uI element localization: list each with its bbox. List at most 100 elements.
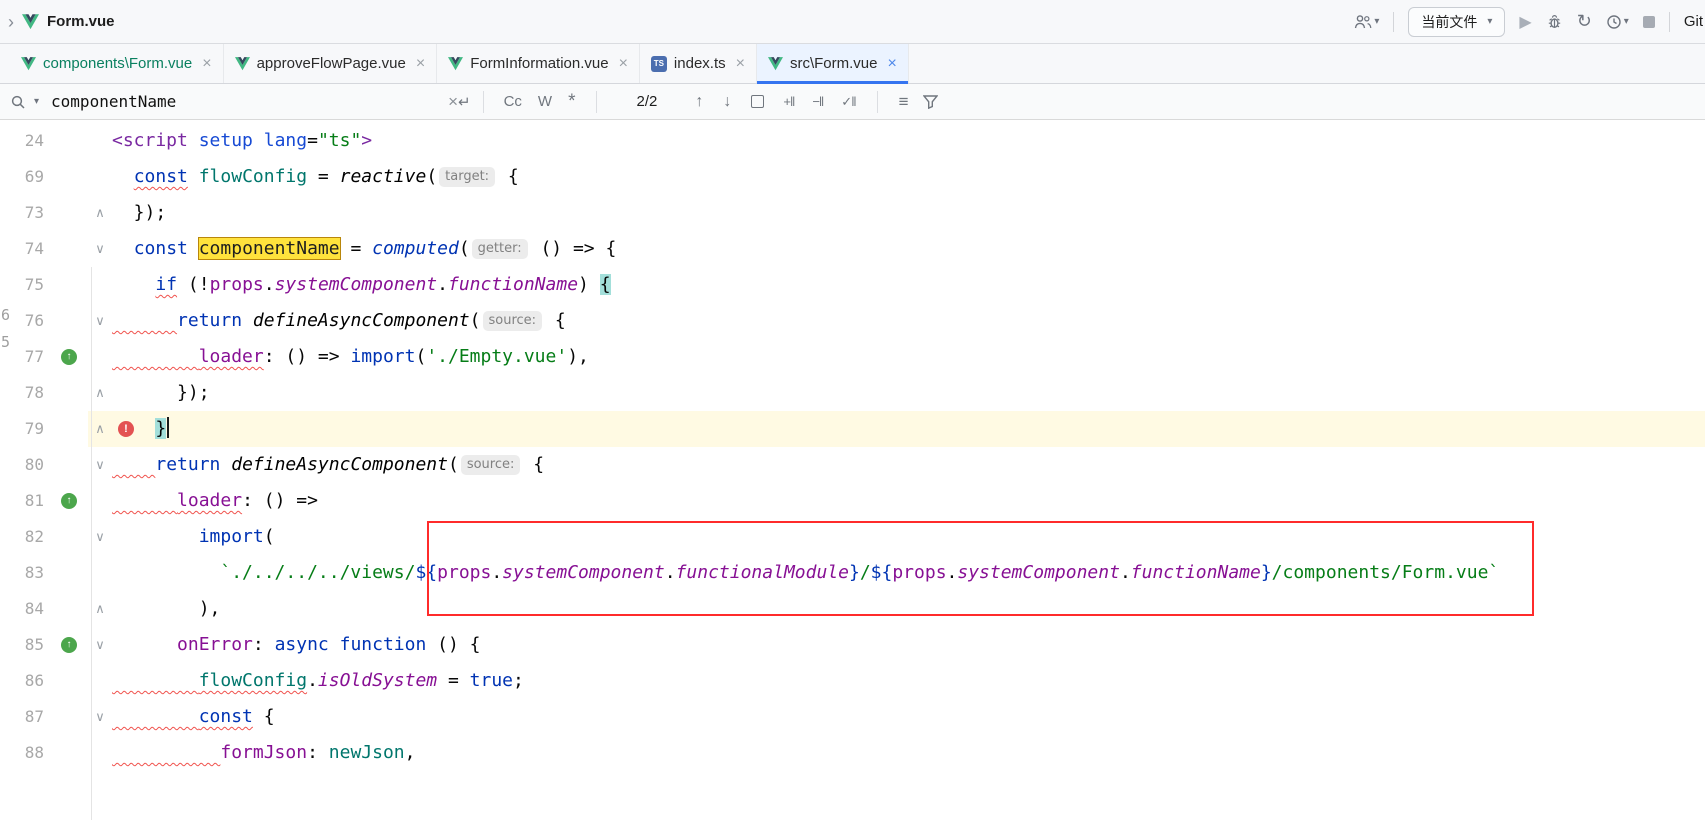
code-text[interactable]: });	[112, 195, 1705, 231]
code-line[interactable]: 79∧ }!	[0, 411, 1705, 447]
close-icon[interactable]: ×	[202, 55, 211, 73]
code-line[interactable]: 74 ∨ const componentName = computed(gette…	[0, 231, 1705, 267]
code-text[interactable]: flowConfig.isOldSystem = true;	[112, 663, 1705, 699]
implements-member-icon[interactable]: ↑	[61, 349, 77, 365]
code-line[interactable]: 86 flowConfig.isOldSystem = true;	[0, 663, 1705, 699]
line-number[interactable]: 79	[0, 411, 50, 447]
code-area[interactable]: 24<script setup lang="ts">69 const flowC…	[0, 123, 1705, 771]
clear-search-icon[interactable]: ×	[448, 92, 458, 112]
match-case-toggle[interactable]: Cc	[504, 93, 522, 110]
search-history-caret-icon[interactable]: ▾	[34, 96, 39, 107]
implements-member-icon[interactable]: ↑	[61, 493, 77, 509]
filter-button[interactable]	[923, 95, 938, 109]
code-line[interactable]: 78∧ });	[0, 375, 1705, 411]
divider	[483, 91, 484, 113]
code-line[interactable]: 88 formJson: newJson,	[0, 735, 1705, 771]
code-line[interactable]: 83 `./../../../views/${props.systemCompo…	[0, 555, 1705, 591]
select-all-occurrences-icon[interactable]: ✓‖	[841, 94, 855, 110]
line-number[interactable]: 84	[0, 591, 50, 627]
code-line[interactable]: 69 const flowConfig = reactive(target: {	[0, 159, 1705, 195]
regex-toggle[interactable]: *	[568, 91, 575, 113]
breadcrumb-chevron-icon[interactable]: ›	[8, 13, 14, 31]
line-number[interactable]: 83	[0, 555, 50, 591]
line-number[interactable]: 74	[0, 231, 50, 267]
close-icon[interactable]: ×	[416, 55, 425, 73]
line-number[interactable]: 73	[0, 195, 50, 231]
line-number[interactable]: 80	[0, 447, 50, 483]
code-text[interactable]: import(	[112, 519, 1705, 555]
next-match-button[interactable]: ↓	[723, 93, 731, 111]
chevron-down-icon: ▾	[1374, 16, 1379, 27]
code-line[interactable]: 76∨ return defineAsyncComponent(source: …	[0, 303, 1705, 339]
open-results-in-window-icon[interactable]	[751, 95, 764, 108]
profiler-button[interactable]: ↻	[1577, 11, 1592, 32]
fold-marker-icon[interactable]: ∨	[88, 231, 112, 267]
close-icon[interactable]: ×	[736, 55, 745, 73]
run-button[interactable]: ▶	[1519, 12, 1531, 32]
line-number[interactable]: 88	[0, 735, 50, 771]
toolbar-divider	[1393, 12, 1394, 32]
tab-index-ts[interactable]: TS index.ts ×	[640, 44, 757, 83]
line-number[interactable]: 24	[0, 123, 50, 159]
line-number[interactable]: 75	[0, 267, 50, 303]
code-with-me-button[interactable]: ▾	[1354, 14, 1379, 30]
code-text[interactable]: const flowConfig = reactive(target: {	[112, 159, 1705, 195]
code-line[interactable]: 75 if (!props.systemComponent.functionNa…	[0, 267, 1705, 303]
code-line[interactable]: 85↑∨ onError: async function () {	[0, 627, 1705, 663]
code-text[interactable]: });	[112, 375, 1705, 411]
code-text[interactable]: const componentName = computed(getter: (…	[112, 231, 1705, 267]
implements-member-icon[interactable]: ↑	[61, 637, 77, 653]
code-line[interactable]: 73 ∧ });	[0, 195, 1705, 231]
run-config-selector[interactable]: 当前文件 ▾	[1408, 7, 1505, 37]
search-input[interactable]: ▾ componentName ×	[10, 92, 458, 112]
line-number[interactable]: 81	[0, 483, 50, 519]
stop-button[interactable]	[1643, 16, 1655, 28]
code-text[interactable]: }	[112, 411, 1705, 447]
code-text[interactable]: return defineAsyncComponent(source: {	[112, 447, 1705, 483]
tab-approveflowpage-vue[interactable]: approveFlowPage.vue ×	[224, 44, 438, 83]
line-number[interactable]: 82	[0, 519, 50, 555]
error-marker-icon[interactable]: !	[118, 421, 134, 437]
code-text[interactable]: formJson: newJson,	[112, 735, 1705, 771]
code-text[interactable]: `./../../../views/${props.systemComponen…	[112, 555, 1705, 591]
vue-file-icon	[768, 57, 783, 71]
code-text[interactable]: loader: () =>	[112, 483, 1705, 519]
line-number[interactable]: 87	[0, 699, 50, 735]
previous-match-button[interactable]: ↑	[695, 93, 703, 111]
search-options-icon[interactable]: ≡	[899, 92, 909, 112]
filter-icon	[923, 95, 938, 109]
line-number[interactable]: 86	[0, 663, 50, 699]
debug-button[interactable]	[1546, 14, 1563, 30]
newline-icon[interactable]: ↵	[458, 93, 471, 111]
tab-forminformation-vue[interactable]: FormInformation.vue ×	[437, 44, 640, 83]
run-history-button[interactable]: ▾	[1606, 14, 1629, 30]
code-line[interactable]: 80∨ return defineAsyncComponent(source: …	[0, 447, 1705, 483]
line-number[interactable]: 85	[0, 627, 50, 663]
tab-components-form-vue[interactable]: components\Form.vue ×	[10, 44, 224, 83]
close-icon[interactable]: ×	[619, 55, 628, 73]
code-line[interactable]: 82∨ import(	[0, 519, 1705, 555]
line-number[interactable]: 78	[0, 375, 50, 411]
fold-marker-icon[interactable]: ∧	[88, 195, 112, 231]
code-line[interactable]: 84∧ ),	[0, 591, 1705, 627]
code-text[interactable]: loader: () => import('./Empty.vue'),	[112, 339, 1705, 375]
code-text[interactable]: ),	[112, 591, 1705, 627]
code-line[interactable]: 81 ↑ loader: () =>	[0, 483, 1705, 519]
code-text[interactable]: return defineAsyncComponent(source: {	[112, 303, 1705, 339]
tab-src-form-vue[interactable]: src\Form.vue ×	[757, 44, 909, 83]
words-toggle[interactable]: W	[538, 93, 552, 110]
code-line[interactable]: 77↑ loader: () => import('./Empty.vue'),	[0, 339, 1705, 375]
line-number[interactable]: 69	[0, 159, 50, 195]
code-editor[interactable]: 24<script setup lang="ts">69 const flowC…	[0, 120, 1705, 820]
code-text[interactable]: const {	[112, 699, 1705, 735]
add-occurrence-icon[interactable]: +‖	[783, 94, 794, 109]
git-widget[interactable]: Git	[1684, 13, 1703, 30]
code-line[interactable]: 87∨ const {	[0, 699, 1705, 735]
code-line[interactable]: 24 <script setup lang="ts">	[0, 123, 1705, 159]
close-icon[interactable]: ×	[887, 55, 896, 73]
code-text[interactable]: onError: async function () {	[112, 627, 1705, 663]
remove-occurrence-icon[interactable]: −‖	[812, 94, 823, 109]
code-text[interactable]: if (!props.systemComponent.functionName)…	[112, 267, 1705, 303]
code-text[interactable]: <script setup lang="ts">	[112, 123, 1705, 159]
find-toolbar: ▾ componentName × ↵ Cc W * 2/2 ↑ ↓ +‖ −‖…	[0, 84, 1705, 120]
